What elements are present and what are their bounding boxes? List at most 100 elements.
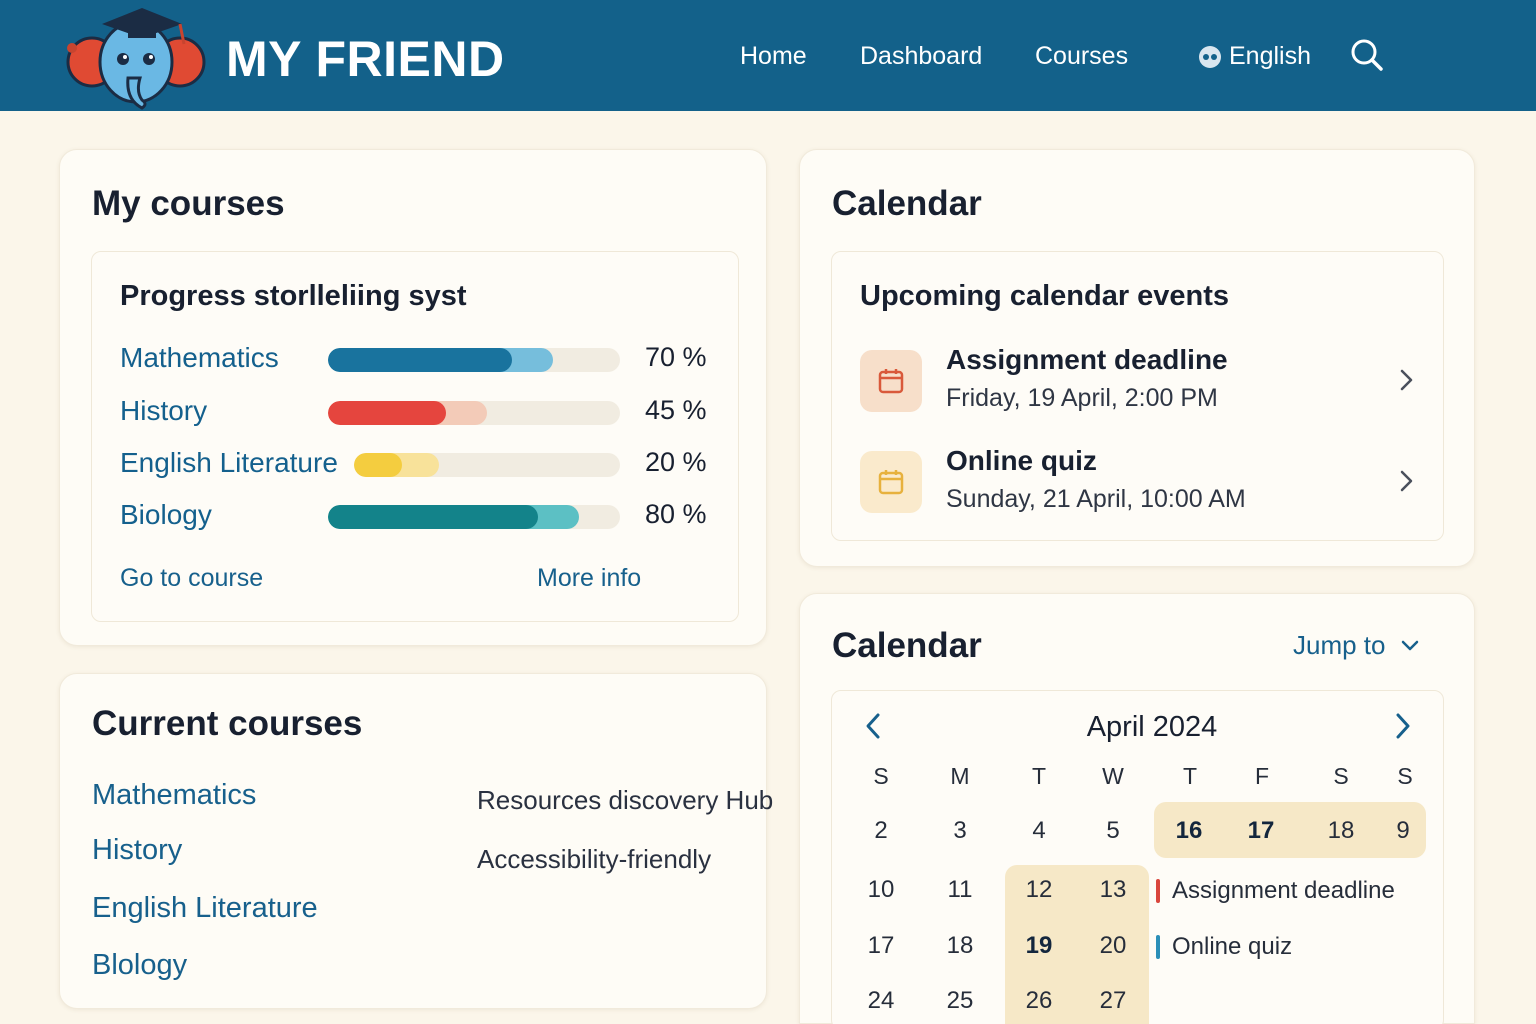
- progress-bar-fill: [328, 505, 539, 529]
- calendar-day-selected[interactable]: 19: [1014, 932, 1064, 960]
- calendar-events-card: Calendar Upcoming calendar events Assign…: [799, 149, 1475, 567]
- progress-row-biology: Biology 80 %: [120, 499, 720, 535]
- progress-percent: 45 %: [645, 395, 707, 425]
- progress-row-mathematics: Mathematics 70 %: [120, 342, 720, 378]
- progress-bar-fill: [354, 453, 402, 477]
- event-date: Sunday, 21 April, 10:00 AM: [946, 485, 1246, 513]
- jump-to-label: Jump to: [1293, 630, 1386, 660]
- resources-hub-text: Resources discovery Hub: [477, 785, 774, 815]
- calendar-day[interactable]: 12: [1014, 876, 1064, 904]
- progress-panel-title: Progress storlleliing syst: [120, 280, 467, 312]
- legend-assignment-deadline: Assignment deadline: [1156, 877, 1395, 905]
- weekday-label: T: [1031, 763, 1047, 789]
- event-title: Assignment deadline: [946, 344, 1228, 375]
- top-navigation-bar: MY FRIEND Home Dashboard Courses English: [0, 0, 1536, 111]
- calendar-day[interactable]: 20: [1088, 932, 1138, 960]
- more-info-link[interactable]: More info: [537, 564, 641, 593]
- calendar-day[interactable]: 11: [935, 876, 985, 904]
- calendar-day[interactable]: 24: [856, 987, 906, 1015]
- elephant-mascot-logo[interactable]: [62, 4, 212, 112]
- brand-name: MY FRIEND: [226, 31, 505, 87]
- progress-percent: 80 %: [645, 499, 707, 529]
- weekday-label: F: [1254, 763, 1270, 789]
- course-name-mathematics[interactable]: Mathematics: [120, 342, 279, 374]
- course-name-history[interactable]: History: [120, 395, 207, 427]
- calendar-day[interactable]: 4: [1014, 817, 1064, 845]
- progress-panel: Progress storlleliing syst Mathematics 7…: [91, 251, 739, 622]
- calendar-card-title: Calendar: [832, 626, 982, 665]
- calendar-icon: [878, 369, 904, 394]
- legend-color-marker: [1156, 935, 1160, 959]
- next-month-icon[interactable]: [1390, 711, 1416, 741]
- event-assignment-deadline[interactable]: Assignment deadline Friday, 19 April, 2:…: [860, 342, 1420, 422]
- weekday-label: M: [950, 763, 970, 789]
- calendar-day-highlighted[interactable]: 17: [1236, 817, 1286, 845]
- upcoming-events-panel: Upcoming calendar events Assignment dead…: [831, 251, 1444, 541]
- current-course-history[interactable]: History: [92, 834, 182, 867]
- weekday-label: S: [873, 763, 889, 789]
- month-label: April 2024: [1086, 711, 1218, 743]
- chevron-right-icon[interactable]: [1396, 467, 1416, 495]
- calendar-day[interactable]: 18: [935, 932, 985, 960]
- language-selector[interactable]: English: [1197, 42, 1311, 71]
- language-label: English: [1229, 42, 1311, 70]
- calendar-day[interactable]: 17: [856, 932, 906, 960]
- calendar-day[interactable]: 25: [935, 987, 985, 1015]
- nav-courses[interactable]: Courses: [1035, 42, 1128, 71]
- calendar-day[interactable]: 2: [856, 817, 906, 845]
- calendar-day[interactable]: 9: [1378, 817, 1428, 845]
- search-icon[interactable]: [1350, 38, 1384, 72]
- event-icon-wrapper: [860, 350, 922, 412]
- event-online-quiz[interactable]: Online quiz Sunday, 21 April, 10:00 AM: [860, 443, 1420, 523]
- current-course-biology[interactable]: Blology: [92, 949, 187, 982]
- progress-row-english-literature: English Literature 20 %: [120, 447, 720, 483]
- event-date: Friday, 19 April, 2:00 PM: [946, 384, 1218, 412]
- calendar-day[interactable]: 10: [856, 876, 906, 904]
- my-courses-card: My courses Progress storlleliing syst Ma…: [59, 149, 767, 646]
- legend-online-quiz: Online quiz: [1156, 933, 1292, 961]
- previous-month-icon[interactable]: [860, 711, 886, 741]
- progress-bar: [328, 401, 620, 425]
- calendar-day[interactable]: 27: [1088, 987, 1138, 1015]
- progress-bar: [328, 505, 620, 529]
- progress-percent: 70 %: [645, 342, 707, 372]
- calendar-day[interactable]: 13: [1088, 876, 1138, 904]
- course-name-english-literature[interactable]: English Literature: [120, 447, 338, 479]
- jump-to-dropdown[interactable]: Jump to: [1293, 630, 1420, 661]
- chevron-right-icon[interactable]: [1396, 366, 1416, 394]
- event-title: Online quiz: [946, 445, 1097, 476]
- current-courses-title: Current courses: [92, 704, 363, 743]
- language-globe-icon: [1199, 45, 1221, 68]
- legend-label: Online quiz: [1172, 933, 1293, 960]
- progress-bar-fill: [328, 401, 447, 425]
- calendar-day[interactable]: 3: [935, 817, 985, 845]
- progress-bar-fill: [328, 348, 512, 372]
- chevron-down-icon: [1401, 640, 1418, 650]
- course-name-biology[interactable]: Biology: [120, 499, 212, 531]
- upcoming-events-title: Upcoming calendar events: [860, 280, 1230, 312]
- nav-home[interactable]: Home: [740, 42, 807, 71]
- calendar-events-card-title: Calendar: [832, 184, 982, 223]
- legend-color-marker: [1156, 879, 1160, 903]
- accessibility-text: Accessibility-friendly: [477, 844, 712, 874]
- progress-percent: 20 %: [645, 447, 707, 477]
- month-calendar: April 2024 S M T W T F S S 2 3 4 5 16 17…: [831, 690, 1444, 1024]
- progress-bar: [354, 453, 620, 477]
- current-courses-card: Current courses Mathematics History Engl…: [59, 673, 773, 1009]
- go-to-course-link[interactable]: Go to course: [120, 564, 263, 593]
- weekday-label: S: [1333, 763, 1349, 789]
- nav-dashboard[interactable]: Dashboard: [860, 42, 982, 71]
- calendar-icon: [878, 470, 904, 495]
- current-course-mathematics[interactable]: Mathematics: [92, 779, 256, 812]
- my-courses-title: My courses: [92, 184, 285, 223]
- event-icon-wrapper: [860, 451, 922, 513]
- calendar-day-highlighted[interactable]: 16: [1164, 817, 1214, 845]
- weekday-label: W: [1102, 763, 1124, 789]
- progress-row-history: History 45 %: [120, 395, 720, 431]
- calendar-card: Calendar Jump to April 2024 S M T W T F …: [799, 593, 1475, 1024]
- calendar-day[interactable]: 5: [1088, 817, 1138, 845]
- calendar-day[interactable]: 26: [1014, 987, 1064, 1015]
- current-course-english-literature[interactable]: English Literature: [92, 892, 318, 925]
- calendar-day[interactable]: 18: [1316, 817, 1366, 845]
- weekday-label: T: [1182, 763, 1198, 789]
